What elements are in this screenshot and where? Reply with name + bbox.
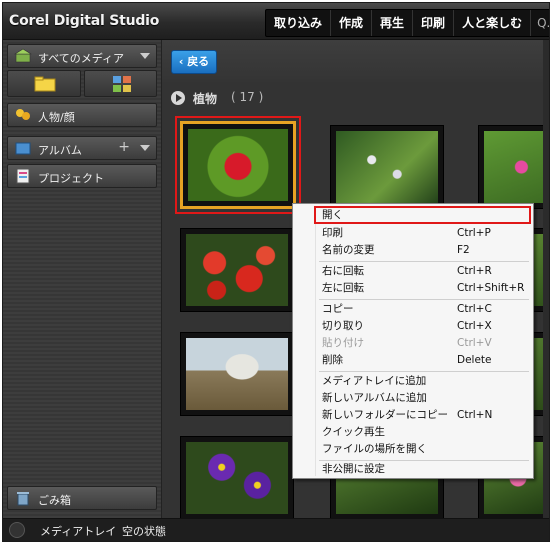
people-icon — [16, 109, 30, 120]
trash-icon — [17, 492, 29, 506]
tray-status: 空の状態 — [122, 525, 166, 538]
app-title: Corel Digital Studio — [9, 13, 160, 29]
menu-item-label: ファイルの場所を開く — [322, 443, 427, 455]
folder-icon — [34, 76, 56, 92]
menu-create[interactable]: 作成 — [331, 10, 373, 36]
main-menu: 取り込み 作成 再生 印刷 人と楽しむ Q.. — [265, 9, 549, 37]
menu-item-label: 切り取り — [322, 320, 364, 332]
photo-thumbnail[interactable] — [180, 332, 294, 416]
photo-thumbnail[interactable] — [180, 228, 294, 312]
media-icon — [14, 48, 32, 63]
menu-item-quick-play[interactable]: クイック再生 — [295, 424, 531, 441]
menu-item-shortcut: Ctrl+V — [457, 337, 492, 349]
project-icon — [16, 168, 30, 184]
menu-item-shortcut: Ctrl+C — [457, 303, 492, 315]
chevron-down-icon[interactable] — [140, 145, 150, 151]
menu-item-copy[interactable]: コピー Ctrl+C — [295, 301, 531, 318]
sidebar-item-label: 人物/顔 — [38, 111, 75, 124]
menu-item-shortcut: Ctrl+P — [457, 227, 491, 239]
menu-item-shortcut: Ctrl+N — [457, 409, 493, 421]
sidebar-item-album[interactable]: アルバム + — [7, 136, 157, 160]
sidebar-item-project[interactable]: プロジェクト — [7, 164, 157, 188]
menu-item-label: クイック再生 — [322, 426, 385, 438]
menu-item-add-to-tray[interactable]: メディアトレイに追加 — [295, 373, 531, 390]
menu-item-add-to-new-album[interactable]: 新しいアルバムに追加 — [295, 390, 531, 407]
menu-item-paste: 貼り付け Ctrl+V — [295, 335, 531, 352]
sidebar-item-people[interactable]: 人物/顔 — [7, 103, 157, 127]
menu-item-shortcut: Ctrl+Shift+R — [457, 282, 525, 294]
menu-item-label: 貼り付け — [322, 337, 364, 349]
tray-toggle-icon[interactable] — [9, 522, 25, 538]
menu-share[interactable]: 人と楽しむ — [454, 10, 532, 36]
menu-item-rename[interactable]: 名前の変更 F2 — [295, 242, 531, 259]
menu-item-label: 新しいフォルダーにコピー — [322, 409, 448, 421]
menu-separator — [319, 299, 529, 300]
selection-highlight-box — [175, 116, 301, 214]
menu-item-label: 新しいアルバムに追加 — [322, 392, 427, 404]
menu-import[interactable]: 取り込み — [266, 10, 332, 36]
content-toolbar: ‹ 戻る — [162, 40, 549, 82]
thumbnails-icon — [112, 76, 131, 92]
menu-item-delete[interactable]: 削除 Delete — [295, 352, 531, 369]
photo-red-dahlias — [186, 234, 288, 306]
title-bar: Corel Digital Studio 取り込み 作成 再生 印刷 人と楽しむ… — [3, 3, 549, 40]
menu-separator — [319, 371, 529, 372]
menu-item-rotate-right[interactable]: 右に回転 Ctrl+R — [295, 263, 531, 280]
calendar-view-button[interactable] — [83, 70, 157, 97]
menu-item-label: コピー — [322, 303, 354, 315]
sidebar-item-all-media[interactable]: すべてのメディア — [7, 44, 157, 68]
photo-thumbnail[interactable] — [478, 125, 549, 209]
menu-item-shortcut: Ctrl+R — [457, 265, 492, 277]
scrollbar[interactable] — [543, 40, 549, 519]
menu-item-shortcut: F2 — [457, 244, 470, 256]
menu-item-cut[interactable]: 切り取り Ctrl+X — [295, 318, 531, 335]
sidebar-item-trash[interactable]: ごみ箱 — [7, 486, 157, 510]
sidebar-item-label: プロジェクト — [38, 172, 104, 185]
sidebar-item-label: アルバム — [38, 144, 82, 157]
group-name: 植物 — [193, 92, 218, 106]
photo-thumbnail[interactable] — [330, 125, 444, 209]
menu-item-label: メディアトレイに追加 — [322, 375, 427, 387]
photo-pampas-grass — [186, 338, 288, 410]
folder-view-button[interactable] — [7, 70, 81, 97]
menu-item-label: 名前の変更 — [322, 244, 375, 256]
sidebar-item-label: すべてのメディア — [38, 52, 125, 65]
back-button-label: 戻る — [187, 55, 210, 68]
media-tray: メディアトレイ 空の状態 — [3, 518, 549, 541]
menu-item-shortcut: Delete — [457, 354, 492, 366]
chevron-down-icon[interactable] — [140, 53, 150, 59]
back-button[interactable]: ‹ 戻る — [171, 50, 217, 74]
menu-item-label: 非公開に設定 — [322, 463, 385, 475]
play-icon[interactable] — [171, 91, 185, 105]
open-highlight-box — [314, 206, 531, 224]
menu-play[interactable]: 再生 — [372, 10, 414, 36]
group-count: ( 17 ) — [231, 90, 264, 104]
chevron-left-icon: ‹ — [178, 55, 188, 68]
album-icon — [15, 142, 31, 155]
menu-separator — [319, 261, 529, 262]
menu-item-open-file-location[interactable]: ファイルの場所を開く — [295, 441, 531, 458]
sidebar: すべてのメディア 人物/顔 アルバム + プロジェクト ごみ箱 — [3, 40, 162, 519]
photo-pink-flower — [484, 131, 549, 203]
media-view-toggle — [7, 70, 157, 97]
menu-item-label: 左に回転 — [322, 282, 364, 294]
photo-white-blossoms — [336, 131, 438, 203]
menu-item-set-private[interactable]: 非公開に設定 — [295, 461, 531, 478]
menu-item-label: 印刷 — [322, 227, 343, 239]
search-button[interactable]: Q.. — [531, 10, 549, 36]
menu-item-rotate-left[interactable]: 左に回転 Ctrl+Shift+R — [295, 280, 531, 297]
tray-label: メディアトレイ — [40, 525, 117, 538]
context-menu: 開く 印刷 Ctrl+P 名前の変更 F2 右に回転 Ctrl+R 左に回転 Ctrl+… — [292, 203, 534, 479]
menu-item-print[interactable]: 印刷 Ctrl+P — [295, 225, 531, 242]
menu-print[interactable]: 印刷 — [413, 10, 455, 36]
menu-item-label: 右に回転 — [322, 265, 364, 277]
menu-item-label: 削除 — [322, 354, 343, 366]
menu-item-shortcut: Ctrl+X — [457, 320, 492, 332]
add-album-icon[interactable]: + — [118, 139, 130, 155]
photo-thumbnail[interactable] — [180, 436, 294, 519]
photo-purple-pansies — [186, 442, 288, 514]
menu-item-copy-to-new-folder[interactable]: 新しいフォルダーにコピー Ctrl+N — [295, 407, 531, 424]
sidebar-item-label: ごみ箱 — [38, 494, 71, 507]
